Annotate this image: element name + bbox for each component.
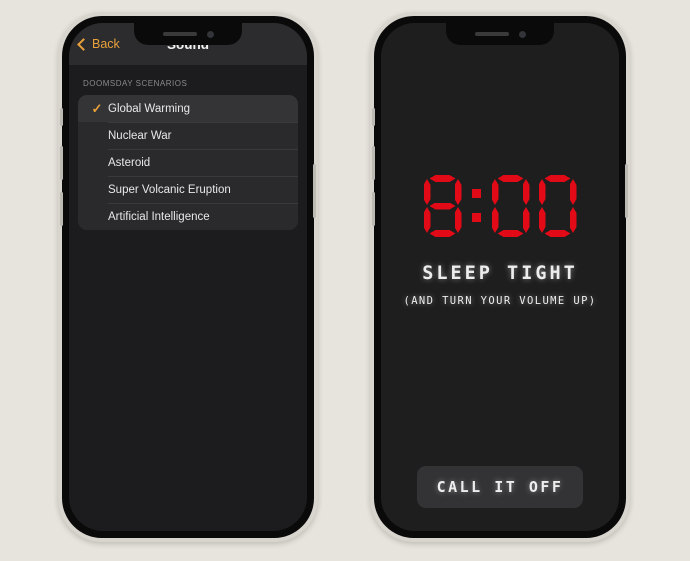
front-camera-icon	[518, 30, 526, 38]
earpiece-speaker-icon	[474, 32, 509, 36]
alarm-screen: SLEEP TIGHT (AND TURN YOUR VOLUME UP) CA…	[381, 23, 619, 531]
chevron-left-icon	[77, 37, 90, 51]
clock-digit-hour	[424, 175, 462, 237]
sound-options-list: ✓ Global Warming Nuclear War Asteroid Su…	[78, 95, 298, 230]
silent-switch[interactable]	[60, 108, 63, 126]
alarm-clock-display	[381, 175, 619, 237]
list-item-label: Global Warming	[108, 102, 191, 115]
phone-left-body: Back Sound DOOMSDAY SCENARIOS ✓ Global W…	[60, 16, 316, 538]
phone-right-body: SLEEP TIGHT (AND TURN YOUR VOLUME UP) CA…	[372, 16, 628, 538]
list-item-nuclear-war[interactable]: Nuclear War	[78, 122, 298, 149]
power-button[interactable]	[625, 164, 628, 218]
back-button-label: Back	[92, 37, 120, 51]
volume-down-button[interactable]	[60, 192, 63, 226]
back-button[interactable]: Back	[77, 37, 120, 51]
list-item-label: Artificial Intelligence	[108, 210, 210, 223]
alarm-headline: SLEEP TIGHT	[422, 263, 578, 284]
list-item-artificial-intelligence[interactable]: Artificial Intelligence	[78, 203, 298, 230]
list-item-label: Asteroid	[108, 156, 151, 169]
phone-left: Back Sound DOOMSDAY SCENARIOS ✓ Global W…	[58, 12, 318, 542]
clock-digit-minute-tens	[492, 175, 530, 237]
alarm-subtext: (AND TURN YOUR VOLUME UP)	[403, 295, 597, 307]
power-button[interactable]	[313, 164, 316, 218]
phone-right: SLEEP TIGHT (AND TURN YOUR VOLUME UP) CA…	[370, 12, 630, 542]
phone-left-screen: Back Sound DOOMSDAY SCENARIOS ✓ Global W…	[69, 23, 307, 531]
volume-up-button[interactable]	[60, 146, 63, 180]
list-item-asteroid[interactable]: Asteroid	[78, 149, 298, 176]
volume-up-button[interactable]	[372, 146, 375, 180]
phone-right-screen: SLEEP TIGHT (AND TURN YOUR VOLUME UP) CA…	[381, 23, 619, 531]
list-item-label: Super Volcanic Eruption	[108, 183, 231, 196]
section-header: DOOMSDAY SCENARIOS	[83, 79, 188, 88]
clock-colon-icon	[471, 175, 483, 237]
notch	[446, 23, 554, 45]
clock-digit-minute-ones	[539, 175, 577, 237]
call-it-off-button[interactable]: CALL IT OFF	[417, 466, 583, 508]
silent-switch[interactable]	[372, 108, 375, 126]
call-it-off-label: CALL IT OFF	[436, 478, 564, 496]
notch	[134, 23, 242, 45]
front-camera-icon	[206, 30, 214, 38]
list-item-label: Nuclear War	[108, 129, 172, 142]
earpiece-speaker-icon	[162, 32, 197, 36]
volume-down-button[interactable]	[372, 192, 375, 226]
list-item-super-volcanic-eruption[interactable]: Super Volcanic Eruption	[78, 176, 298, 203]
checkmark-icon: ✓	[91, 100, 103, 116]
list-item-global-warming[interactable]: ✓ Global Warming	[78, 95, 298, 122]
